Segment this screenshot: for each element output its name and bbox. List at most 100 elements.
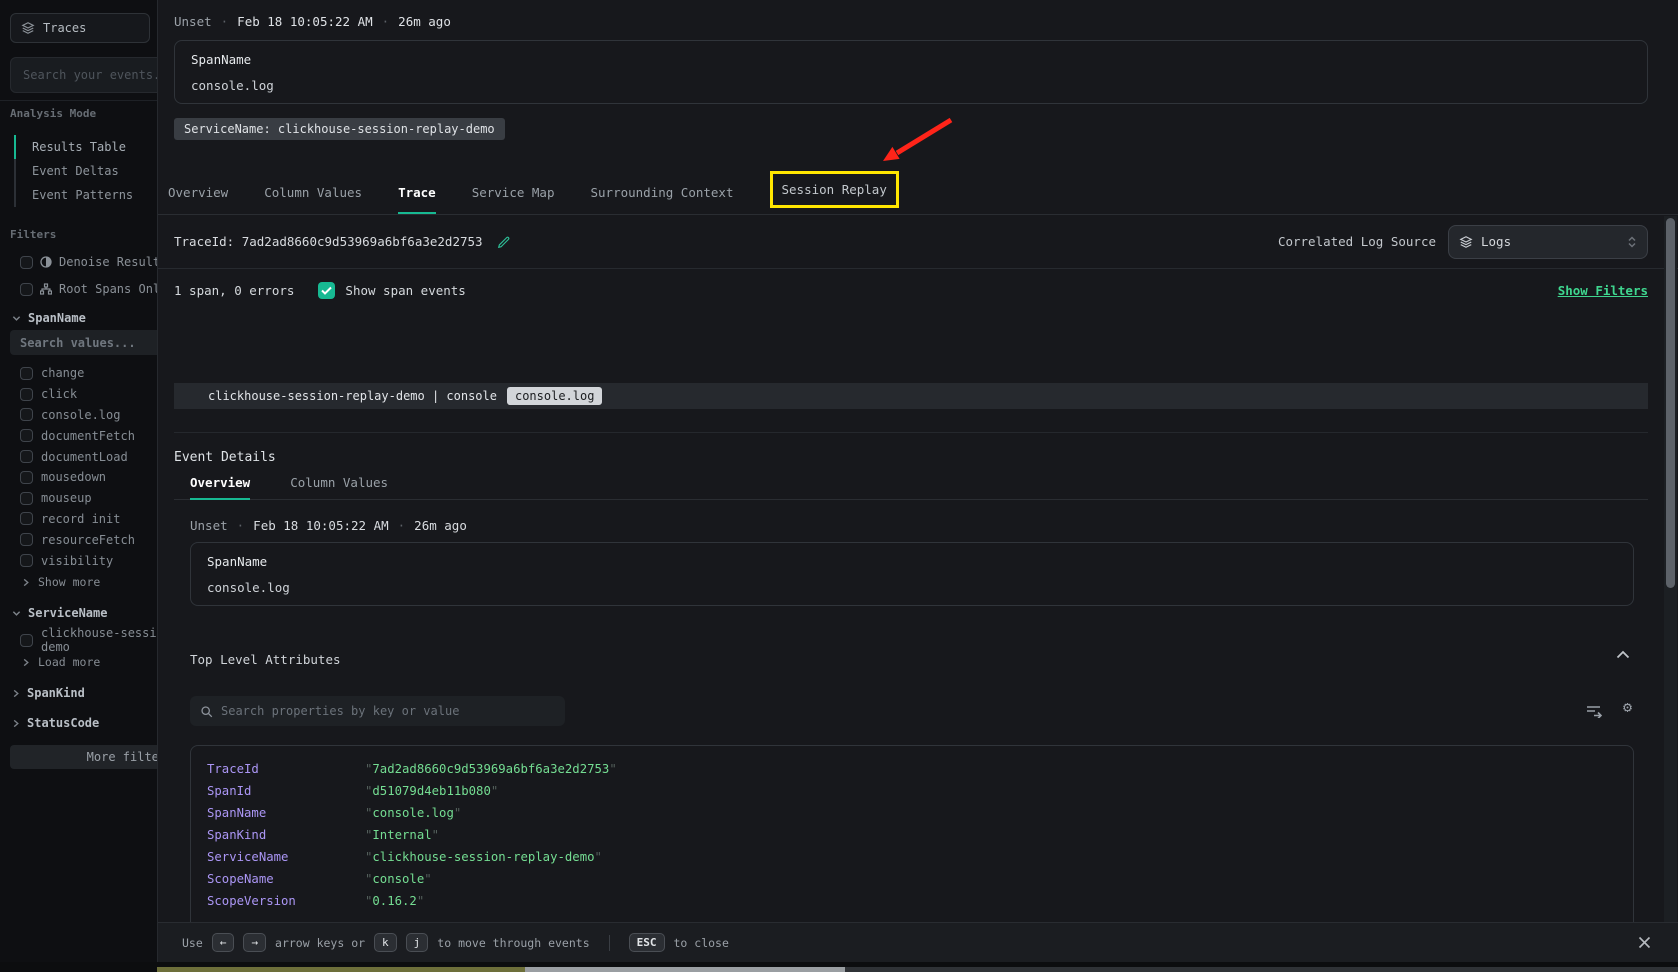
checkbox[interactable] bbox=[20, 283, 33, 296]
filter-option[interactable]: documentFetch bbox=[0, 425, 157, 446]
filter-option-label: visibility bbox=[41, 554, 113, 568]
statuscode-section-header[interactable]: StatusCode bbox=[0, 716, 157, 730]
checkbox[interactable] bbox=[20, 388, 33, 401]
checkbox[interactable] bbox=[20, 367, 33, 380]
tab-column-values[interactable]: Column Values bbox=[264, 158, 362, 214]
load-more-link[interactable]: Load more bbox=[22, 655, 157, 669]
hierarchy-icon bbox=[40, 283, 52, 295]
attribute-row[interactable]: SpanName"console.log" bbox=[207, 802, 1617, 824]
log-source-value: Logs bbox=[1481, 234, 1511, 249]
show-more-link[interactable]: Show more bbox=[22, 575, 157, 589]
denoise-toggle[interactable]: Denoise Results bbox=[0, 251, 157, 273]
filter-option[interactable]: console.log bbox=[0, 405, 157, 426]
more-filters-button[interactable]: More filters bbox=[10, 745, 157, 769]
log-source-select[interactable]: Logs bbox=[1448, 225, 1648, 259]
edit-icon[interactable] bbox=[497, 235, 511, 249]
show-filters-link[interactable]: Show Filters bbox=[1558, 283, 1648, 298]
trace-id-row: TraceId: 7ad2ad8660c9d53969a6bf6a3e2d275… bbox=[158, 215, 1678, 269]
key-left-arrow: ← bbox=[212, 933, 235, 952]
span-name-card: SpanName console.log bbox=[174, 40, 1648, 104]
filter-option-label: record init bbox=[41, 512, 120, 526]
filter-sort-icon[interactable] bbox=[1586, 704, 1602, 718]
filter-option[interactable]: documentLoad bbox=[0, 446, 157, 467]
filter-option[interactable]: resourceFetch bbox=[0, 529, 157, 550]
gear-icon[interactable]: ⚙ bbox=[1623, 700, 1632, 715]
attribute-row[interactable]: ScopeName"console" bbox=[207, 868, 1617, 890]
source-selector[interactable]: Traces bbox=[10, 13, 150, 43]
tab-service-map[interactable]: Service Map bbox=[472, 158, 555, 214]
strip-segment bbox=[845, 967, 1678, 972]
chevron-down-icon bbox=[12, 314, 21, 323]
event-search-input[interactable]: Search your events... bbox=[10, 57, 157, 93]
scrollbar-thumb[interactable] bbox=[1666, 218, 1675, 588]
trace-waterfall-row[interactable]: clickhouse-session-replay-demo | console… bbox=[174, 383, 1648, 409]
key-esc: ESC bbox=[629, 933, 665, 952]
waterfall-span-badge: console.log bbox=[507, 387, 602, 405]
service-name-chip[interactable]: ServiceName: clickhouse-session-replay-d… bbox=[174, 118, 505, 140]
spanname-section-header[interactable]: SpanName bbox=[0, 311, 157, 325]
attribute-row[interactable]: SpanId"d51079d4eb11b080" bbox=[207, 780, 1617, 802]
attribute-row[interactable]: ScopeVersion"0.16.2" bbox=[207, 890, 1617, 912]
chevron-updown-icon bbox=[1627, 235, 1637, 249]
span-card-label: SpanName bbox=[191, 52, 1631, 67]
chevron-down-icon bbox=[12, 609, 21, 618]
checkbox[interactable] bbox=[20, 634, 33, 647]
analysis-item-results-table[interactable]: Results Table bbox=[14, 135, 157, 159]
filter-option[interactable]: change bbox=[0, 363, 157, 384]
denoise-label: Denoise Results bbox=[59, 255, 157, 269]
tab-trace[interactable]: Trace bbox=[398, 158, 436, 214]
checkbox[interactable] bbox=[20, 408, 33, 421]
correlated-log-source-label: Correlated Log Source bbox=[1278, 234, 1436, 249]
search-icon bbox=[200, 705, 213, 718]
span-summary: 1 span, 0 errors bbox=[174, 283, 294, 298]
checkbox[interactable] bbox=[20, 533, 33, 546]
filter-option[interactable]: mousedown bbox=[0, 467, 157, 488]
chevron-right-icon bbox=[12, 719, 20, 728]
tab-overview[interactable]: Overview bbox=[168, 158, 228, 214]
servicename-section-header[interactable]: ServiceName bbox=[0, 606, 157, 620]
analysis-item-event-patterns[interactable]: Event Patterns bbox=[14, 183, 157, 207]
tab-surrounding-context[interactable]: Surrounding Context bbox=[591, 158, 734, 214]
checkbox[interactable] bbox=[20, 471, 33, 484]
checkbox[interactable] bbox=[20, 256, 33, 269]
checkbox[interactable] bbox=[20, 429, 33, 442]
show-span-events-checkbox[interactable] bbox=[318, 282, 335, 299]
filter-option[interactable]: visibility bbox=[0, 550, 157, 571]
collapse-icon[interactable] bbox=[1616, 650, 1630, 659]
service-option[interactable]: clickhouse-session-replay-demo bbox=[0, 630, 157, 651]
attributes-table: TraceId"7ad2ad8660c9d53969a6bf6a3e2d2753… bbox=[207, 758, 1617, 912]
root-spans-label: Root Spans Only bbox=[59, 282, 157, 296]
filter-option[interactable]: click bbox=[0, 384, 157, 405]
tab-session-replay[interactable]: Session Replay bbox=[770, 158, 899, 214]
span-card-value: console.log bbox=[191, 78, 1631, 93]
checkbox[interactable] bbox=[20, 450, 33, 463]
close-icon[interactable] bbox=[1637, 935, 1652, 950]
status-text: Unset bbox=[174, 14, 212, 29]
attribute-search-input[interactable]: Search properties by key or value bbox=[190, 696, 565, 726]
denoise-icon bbox=[40, 256, 52, 268]
event-details-tabs: Overview Column Values bbox=[174, 470, 1648, 500]
checkbox[interactable] bbox=[20, 492, 33, 505]
event-header: Unset · Feb 18 10:05:22 AM · 26m ago bbox=[174, 14, 451, 29]
filter-option-label: click bbox=[41, 387, 77, 401]
filter-option[interactable]: mouseup bbox=[0, 488, 157, 509]
key-j: j bbox=[406, 933, 429, 952]
checkbox[interactable] bbox=[20, 512, 33, 525]
analysis-item-event-deltas[interactable]: Event Deltas bbox=[14, 159, 157, 183]
attributes-card: TraceId"7ad2ad8660c9d53969a6bf6a3e2d2753… bbox=[190, 745, 1634, 937]
source-label: Traces bbox=[43, 21, 86, 35]
checkbox[interactable] bbox=[20, 554, 33, 567]
filter-option-label: mouseup bbox=[41, 491, 92, 505]
ed-tab-overview[interactable]: Overview bbox=[190, 470, 250, 499]
root-spans-toggle[interactable]: Root Spans Only bbox=[0, 278, 157, 300]
attribute-row[interactable]: ServiceName"clickhouse-session-replay-de… bbox=[207, 846, 1617, 868]
ed-tab-column-values[interactable]: Column Values bbox=[290, 470, 388, 499]
filter-option[interactable]: record init bbox=[0, 509, 157, 530]
keyboard-hint-bar: Use ← → arrow keys or k j to move throug… bbox=[158, 922, 1678, 962]
attribute-row[interactable]: TraceId"7ad2ad8660c9d53969a6bf6a3e2d2753… bbox=[207, 758, 1617, 780]
attribute-row[interactable]: SpanKind"Internal" bbox=[207, 824, 1617, 846]
filter-option-label: mousedown bbox=[41, 470, 106, 484]
spanname-value-search[interactable]: Search values... bbox=[10, 330, 157, 355]
show-span-events-label: Show span events bbox=[345, 283, 465, 298]
spankind-section-header[interactable]: SpanKind bbox=[0, 686, 157, 700]
